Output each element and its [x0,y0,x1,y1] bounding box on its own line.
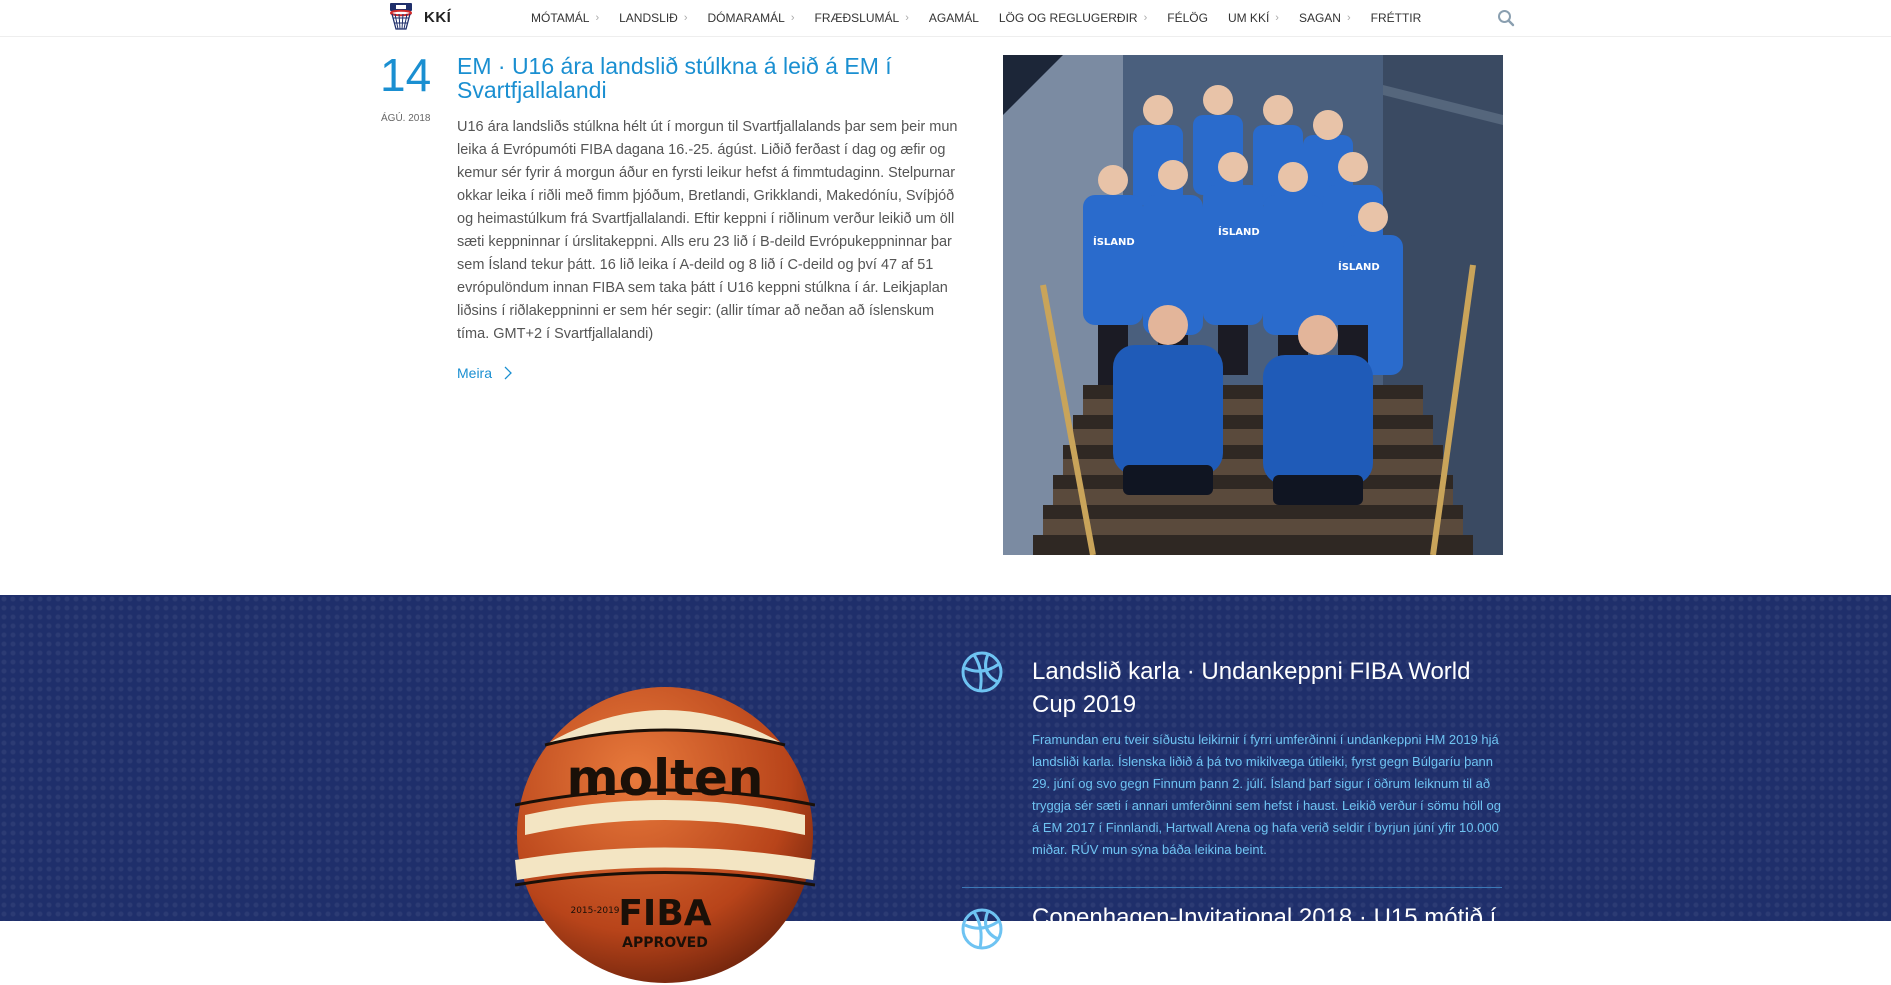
nav-item-label: LÖG OG REGLUGERÐIR [998,11,1138,25]
nav-item-frettir[interactable]: FRÉTTIR [1371,11,1422,25]
feature-section [0,595,1891,921]
nav-item-sagan[interactable]: SAGAN › [1299,11,1351,25]
nav-item-label: SAGAN [1298,11,1341,25]
chevron-right-icon: › [683,12,688,24]
jersey-text: ÍSLAND [1218,225,1260,238]
nav-item-agamal[interactable]: AGAMÁL [929,11,979,25]
nav-item-label: MÓTAMÁL [531,11,590,25]
nav-item-label: AGAMÁL [928,11,979,25]
nav-item-landslid[interactable]: LANDSLIÐ › [619,11,687,25]
site-header: KKÍ MÓTAMÁL › LANDSLIÐ › DÓMARAMÁL › FRÆÐSL… [0,0,1891,37]
nav-item-label: FÉLÖG [1167,11,1208,25]
logo-text: KKÍ [424,8,452,26]
nav-item-um-kki[interactable]: UM KKÍ › [1228,11,1279,25]
chevron-right-icon: › [905,12,909,24]
basketball-hoop-icon [390,3,412,30]
chevron-right-icon: › [595,12,600,24]
nav-item-felog[interactable]: FÉLÖG [1167,11,1208,25]
feature-divider [962,887,1502,888]
chevron-right-icon [504,366,512,380]
read-more-label: Meira [457,365,493,381]
chevron-right-icon: › [1275,12,1279,24]
article-date-day: 14 [380,49,432,101]
nav-item-motamal[interactable]: MÓTAMÁL › [531,11,599,25]
nav-item-label: FRÉTTIR [1370,11,1422,25]
basketball-icon [961,651,1003,693]
article-title[interactable]: EM · U16 ára landslið stúlkna á leið á E… [457,54,977,102]
site-logo[interactable]: KKÍ [388,2,451,32]
jersey-text: ÍSLAND [1338,260,1380,273]
nav-item-fraedslumal[interactable]: FRÆÐSLUMÁL › [815,11,909,25]
article-photo[interactable]: ÍSLAND ÍSLAND ÍSLAND [1003,55,1503,555]
feature-news-body: Framundan eru tveir síðustu leikirnir í … [1032,732,1501,857]
ball-approved-text: APPROVED [622,935,708,951]
ball-fiba-text: FIBA [618,893,711,934]
feature-news-title[interactable]: Landslið karla · Undankeppni FIBA World … [1032,655,1502,721]
nav-item-label: DÓMARAMÁL [707,11,785,25]
chevron-right-icon: › [1346,12,1351,24]
search-icon[interactable] [1497,9,1515,27]
ball-brand-text: molten [567,749,764,807]
ball-years-text: 2015-2019 [570,906,619,916]
article-body: U16 ára landsliðs stúlkna hélt út í morg… [457,119,958,342]
feature-news-title[interactable]: Copenhagen-Invitational 2018 · U15 mótið… [1032,901,1502,934]
team-photo: ÍSLAND ÍSLAND ÍSLAND [1003,55,1503,555]
jersey-text: ÍSLAND [1093,235,1135,248]
basketball-icon [961,908,1003,950]
chevron-right-icon: › [790,12,795,24]
main-nav: MÓTAMÁL › LANDSLIÐ › DÓMARAMÁL › FRÆÐSLUMÁL… [531,0,1441,36]
read-more-link[interactable]: Meira [457,365,512,381]
basketball-image: molten FIBA APPROVED 2015-2019 [515,687,815,983]
nav-item-label: UM KKÍ [1227,11,1270,25]
nav-item-log-og-reglugerdir[interactable]: LÖG OG REGLUGERÐIR › [999,11,1147,25]
nav-item-domaramal[interactable]: DÓMARAMÁL › [707,11,794,25]
chevron-right-icon: › [1143,12,1148,24]
article-date-month: ÁGÚ. 2018 [381,113,431,124]
nav-item-label: FRÆÐSLUMÁL [814,11,900,25]
nav-item-label: LANDSLIÐ [619,11,678,25]
